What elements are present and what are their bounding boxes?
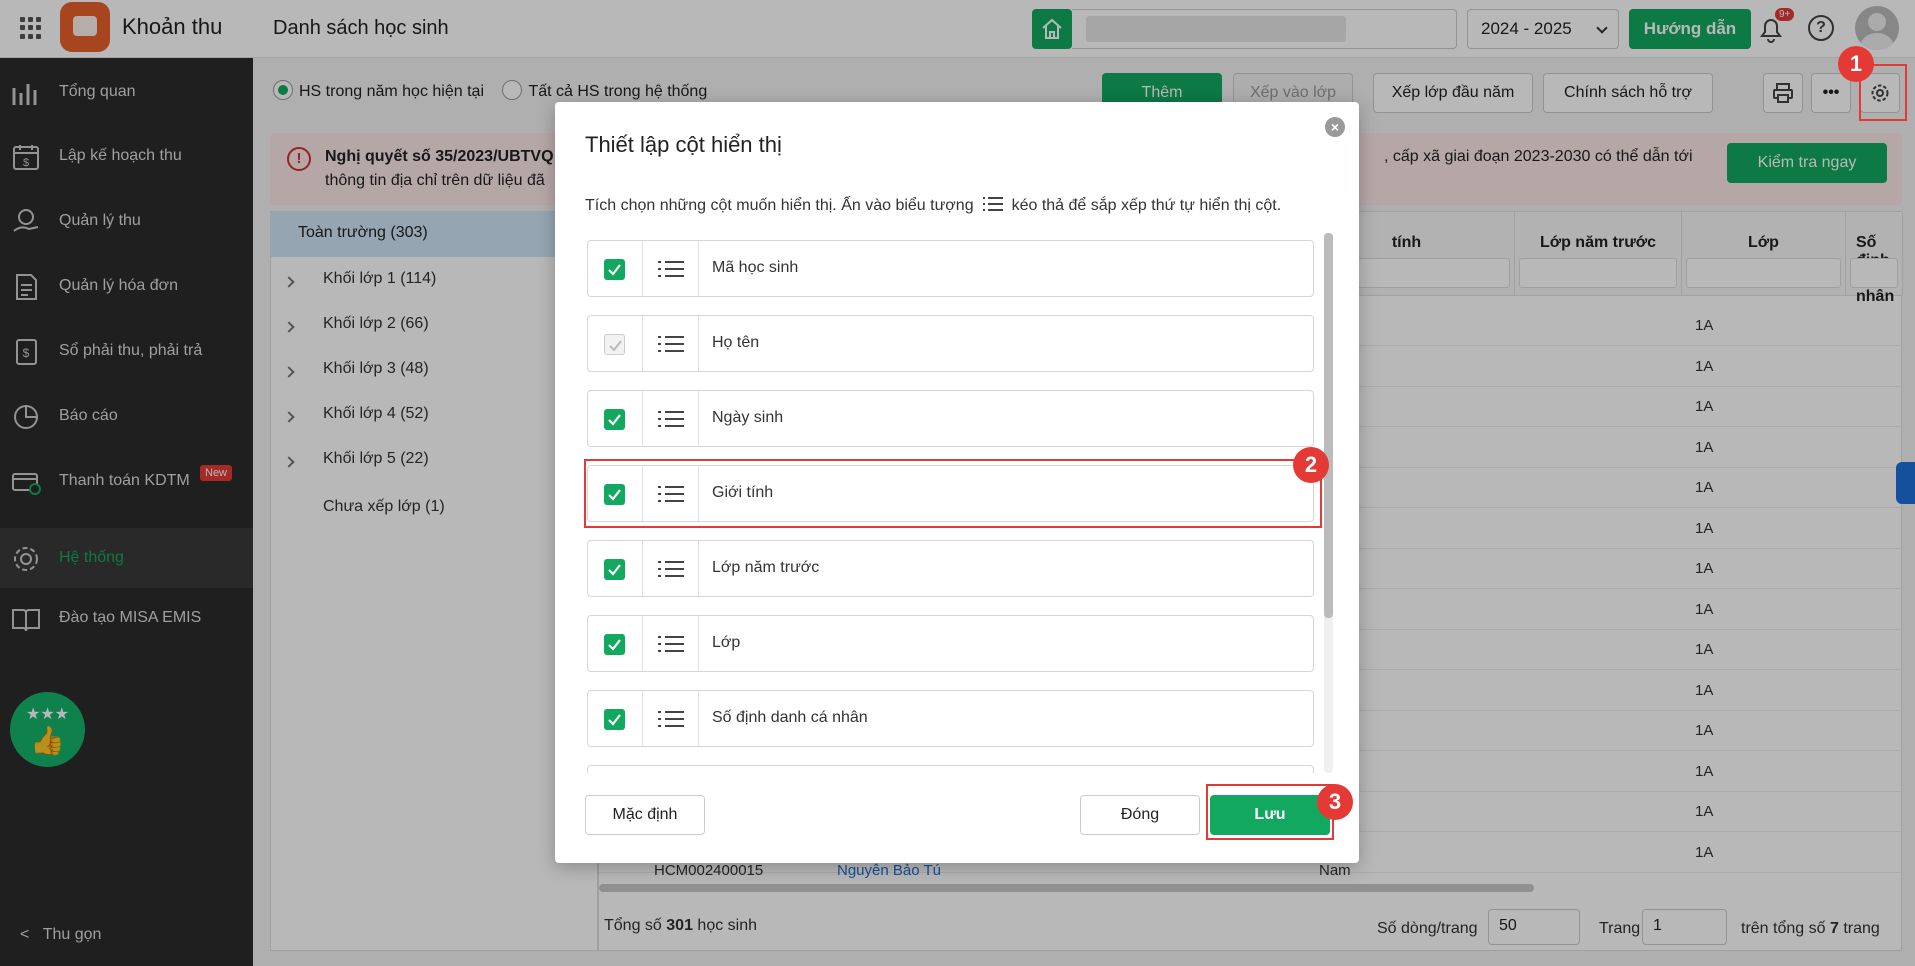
column-option-label: Ngày sinh <box>712 409 784 426</box>
divider <box>642 691 643 746</box>
default-button[interactable]: Mặc định <box>585 795 705 835</box>
drag-handle-icon[interactable] <box>657 409 685 434</box>
column-checkbox[interactable] <box>604 634 625 655</box>
column-option-label: Số định danh cá nhân <box>712 709 868 726</box>
dialog-description: Tích chọn những cột muốn hiển thị. Ấn và… <box>585 195 1281 215</box>
divider <box>698 541 699 596</box>
column-option-row[interactable]: Họ tên <box>587 315 1314 372</box>
column-option-label: Lớp năm trước <box>712 559 820 576</box>
column-checkbox[interactable] <box>604 409 625 430</box>
column-option-row[interactable]: Mã học sinh <box>587 240 1314 297</box>
divider <box>642 391 643 446</box>
column-option-label: Họ tên <box>712 334 760 351</box>
divider <box>642 541 643 596</box>
drag-handle-icon[interactable] <box>657 634 685 659</box>
column-option-label: Mã học sinh <box>712 259 799 276</box>
column-option-row[interactable]: Số định danh cá nhân <box>587 690 1314 747</box>
divider <box>642 616 643 671</box>
column-checkbox[interactable] <box>604 259 625 280</box>
divider <box>698 241 699 296</box>
drag-handle-icon[interactable] <box>657 559 685 584</box>
list-scrollbar[interactable] <box>1324 233 1333 773</box>
close-icon[interactable]: × <box>1325 117 1345 137</box>
column-checkbox[interactable] <box>604 709 625 730</box>
close-button[interactable]: Đóng <box>1080 795 1200 835</box>
divider <box>698 691 699 746</box>
desc-before: Tích chọn những cột muốn hiển thị. Ấn và… <box>585 197 974 214</box>
dialog-title: Thiết lập cột hiển thị <box>585 132 782 157</box>
divider <box>698 616 699 671</box>
drag-handle-icon[interactable] <box>657 709 685 734</box>
divider <box>698 391 699 446</box>
column-checkbox <box>604 334 625 355</box>
divider <box>698 316 699 371</box>
drag-handle-icon[interactable] <box>657 259 685 284</box>
step-marker-2: 2 <box>1293 447 1329 483</box>
column-checkbox[interactable] <box>604 559 625 580</box>
column-option-row[interactable]: Ngày sinh <box>587 390 1314 447</box>
drag-handle-icon[interactable] <box>657 334 685 359</box>
desc-after: kéo thả để sắp xếp thứ tự hiển thị cột. <box>1011 197 1282 214</box>
column-option-row[interactable]: Lớp <box>587 615 1314 672</box>
scrollbar-thumb[interactable] <box>1324 233 1333 618</box>
column-option-label: Lớp <box>712 634 741 651</box>
step-marker-1: 1 <box>1838 46 1874 82</box>
drag-list-icon <box>982 197 1003 211</box>
highlight-save-button <box>1206 784 1334 840</box>
step-marker-3: 3 <box>1317 784 1353 820</box>
divider <box>642 316 643 371</box>
column-option-row[interactable]: Lớp năm trước <box>587 540 1314 597</box>
highlight-gender-row <box>584 459 1322 528</box>
column-option-row[interactable] <box>587 765 1314 773</box>
divider <box>642 241 643 296</box>
